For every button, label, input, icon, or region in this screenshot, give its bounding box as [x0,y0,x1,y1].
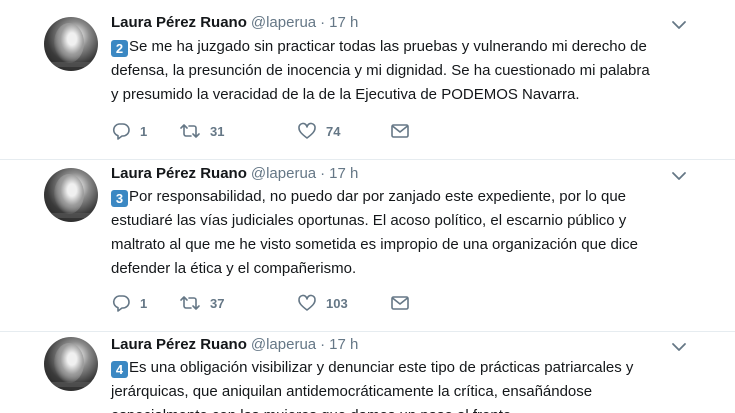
like-count: 74 [326,123,341,139]
tweet-text-line: 3 Por responsabilidad, no puedo dar por z… [111,185,711,209]
retweet-button[interactable]: 31 [179,121,224,141]
retweet-icon [180,296,200,310]
tweet-header: Laura Pérez Ruano @laperua · 17 h [111,164,358,184]
tweet[interactable]: Laura Pérez Ruano @laperua · 17 h 4 Es una o… [0,332,735,413]
avatar[interactable] [44,168,98,222]
message-icon [391,124,409,138]
tweet[interactable]: Laura Pérez Ruano @laperua · 17 h 2 Se me ha… [0,0,735,160]
tweet-text: 2 Se me ha juzgado sin practicar todas la… [111,35,711,107]
tweet-header: Laura Pérez Ruano @laperua · 17 h [111,335,358,355]
tweet-text-line: 4 Es una obligación visibilizar y denunci… [111,356,711,380]
tweet-text-line: maltrato al que me he visto sometida es … [111,236,638,253]
tweet-text-line: estudiaré las vías judiciales oportunas.… [111,212,627,229]
reply-count: 1 [140,295,148,311]
tweet-text-line: 2 Se me ha juzgado sin practicar todas la… [111,35,711,59]
author-name[interactable]: Laura Pérez Ruano [111,165,247,182]
tweet-text-line: defensa, la presunción de inocencia y mi… [111,62,650,79]
tweet-header: Laura Pérez Ruano @laperua · 17 h [111,13,358,33]
timestamp[interactable]: 17 h [329,165,358,182]
reply-count: 1 [140,123,148,139]
retweet-count: 37 [210,295,225,311]
message-button[interactable] [390,293,410,313]
author-handle[interactable]: @laperua [251,336,316,353]
like-button[interactable]: 103 [297,293,348,313]
separator-dot: · [320,14,326,31]
avatar[interactable] [44,337,98,391]
separator-dot: · [320,165,326,182]
tweet-text-line: especialmente con las mujeres que damos … [111,404,711,413]
keycap-number-emoji: 3 [111,190,128,207]
tweet-text: 3 Por responsabilidad, no puedo dar por z… [111,185,711,281]
like-count: 103 [326,295,348,311]
author-handle[interactable]: @laperua [251,14,316,31]
avatar[interactable] [44,17,98,71]
tweet-text-line: defender la ética y el compañerismo. [111,260,357,277]
retweet-button[interactable]: 37 [179,293,224,313]
like-icon [298,122,316,139]
tweet-text-line: y presumido la veracidad de la de la Eje… [111,86,580,103]
like-icon [298,294,316,311]
like-button[interactable]: 74 [297,121,340,141]
reply-button[interactable]: 1 [111,293,147,313]
tweet-text-line: jerárquicas, que aniquilan antidemocráti… [111,383,593,400]
message-icon [391,296,409,310]
reply-icon [112,123,130,140]
chevron-down-icon[interactable] [671,17,687,33]
author-handle[interactable]: @laperua [251,165,316,182]
tweet[interactable]: Laura Pérez Ruano @laperua · 17 h 3 Por resp… [0,160,735,332]
separator-dot: · [320,336,326,353]
chevron-down-icon[interactable] [671,339,687,355]
reply-button[interactable]: 1 [111,121,147,141]
tweet-actions: 1 31 74 [111,121,431,141]
retweet-icon [180,124,200,138]
timestamp[interactable]: 17 h [329,14,358,31]
tweet-feed: Laura Pérez Ruano @laperua · 17 h 2 Se me ha… [0,0,735,413]
keycap-number-emoji: 4 [111,361,128,378]
timestamp[interactable]: 17 h [329,336,358,353]
tweet-text: 4 Es una obligación visibilizar y denunci… [111,356,711,413]
reply-icon [112,295,130,312]
message-button[interactable] [390,121,410,141]
keycap-number-emoji: 2 [111,40,128,57]
author-name[interactable]: Laura Pérez Ruano [111,14,247,31]
chevron-down-icon[interactable] [671,168,687,184]
retweet-count: 31 [210,123,225,139]
author-name[interactable]: Laura Pérez Ruano [111,336,247,353]
tweet-actions: 1 37 103 [111,293,431,313]
